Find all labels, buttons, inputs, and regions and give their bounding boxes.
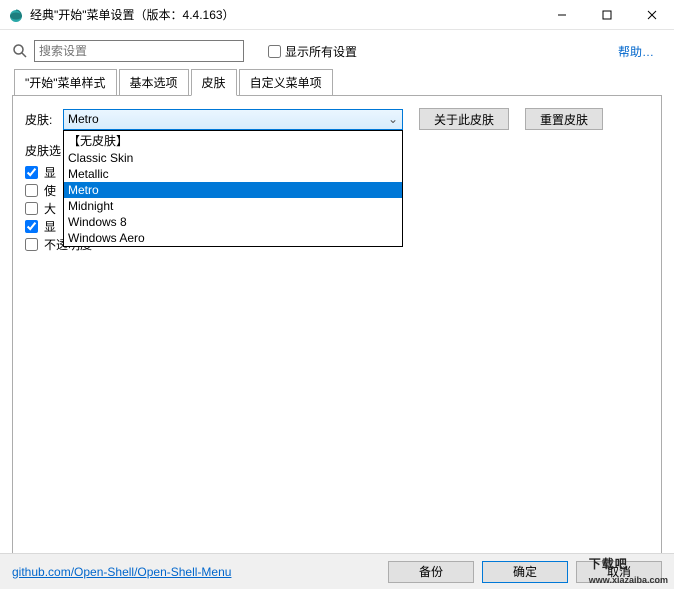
- close-button[interactable]: [629, 0, 674, 30]
- search-input[interactable]: [34, 40, 244, 62]
- tab-style[interactable]: "开始"菜单样式: [14, 69, 117, 96]
- app-icon: [8, 7, 24, 23]
- skin-option[interactable]: Windows 8: [64, 214, 402, 230]
- chevron-down-icon: ⌄: [384, 112, 402, 126]
- minimize-button[interactable]: [539, 0, 584, 30]
- titlebar: 经典"开始"菜单设置（版本：4.4.163）: [0, 0, 674, 30]
- bottom-bar: github.com/Open-Shell/Open-Shell-Menu 备份…: [0, 553, 674, 589]
- search-icon: [12, 43, 28, 59]
- skin-dropdown-value: Metro: [68, 112, 99, 126]
- tab-custom[interactable]: 自定义菜单项: [239, 69, 333, 96]
- skin-row: 皮肤: Metro ⌄ 关于此皮肤 重置皮肤: [25, 108, 649, 130]
- show-all-checkbox[interactable]: 显示所有设置: [268, 43, 357, 60]
- window-title: 经典"开始"菜单设置（版本：4.4.163）: [30, 6, 539, 23]
- tab-skin[interactable]: 皮肤: [191, 69, 237, 96]
- tab-bar: "开始"菜单样式 基本选项 皮肤 自定义菜单项: [0, 68, 674, 95]
- skin-option[interactable]: Midnight: [64, 198, 402, 214]
- show-all-label: 显示所有设置: [285, 43, 357, 60]
- github-link[interactable]: github.com/Open-Shell/Open-Shell-Menu: [12, 565, 231, 579]
- cancel-button[interactable]: 取消: [576, 561, 662, 583]
- ok-button[interactable]: 确定: [482, 561, 568, 583]
- skin-option[interactable]: Metro: [64, 182, 402, 198]
- tab-basic[interactable]: 基本选项: [119, 69, 189, 96]
- skin-dropdown[interactable]: Metro ⌄: [63, 109, 403, 130]
- skin-option[interactable]: Metallic: [64, 166, 402, 182]
- skin-option[interactable]: Windows Aero: [64, 230, 402, 246]
- reset-skin-button[interactable]: 重置皮肤: [525, 108, 603, 130]
- backup-button[interactable]: 备份: [388, 561, 474, 583]
- skin-label: 皮肤:: [25, 111, 63, 128]
- toolbar: 显示所有设置 帮助…: [0, 30, 674, 68]
- show-all-checkbox-input[interactable]: [268, 45, 281, 58]
- skin-option[interactable]: Classic Skin: [64, 150, 402, 166]
- tab-content: 皮肤: Metro ⌄ 关于此皮肤 重置皮肤 皮肤选 显 使 大 显 不透明度 …: [12, 95, 662, 565]
- skin-option[interactable]: 【无皮肤】: [64, 131, 402, 150]
- about-skin-button[interactable]: 关于此皮肤: [419, 108, 509, 130]
- skin-dropdown-list[interactable]: 【无皮肤】 Classic Skin Metallic Metro Midnig…: [63, 130, 403, 247]
- maximize-button[interactable]: [584, 0, 629, 30]
- help-link[interactable]: 帮助…: [618, 43, 654, 60]
